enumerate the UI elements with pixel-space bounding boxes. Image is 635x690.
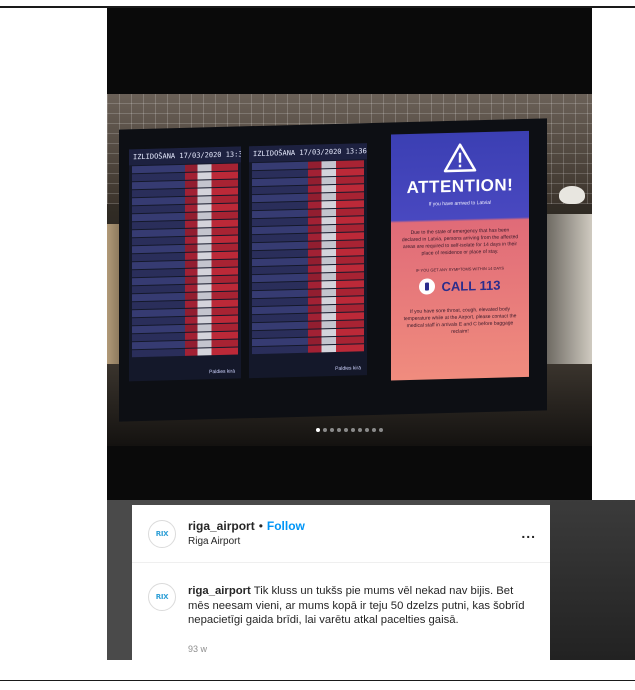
avatar-logo: RIX	[155, 530, 169, 538]
warning-icon	[443, 142, 477, 173]
flight-rows	[129, 163, 241, 358]
carousel-dot	[365, 428, 369, 432]
ceiling-lamp	[559, 186, 585, 204]
call-number: CALL 113	[441, 277, 501, 294]
post-timestamp[interactable]: 93 w	[188, 644, 207, 654]
location-link[interactable]: Riga Airport	[188, 536, 240, 547]
departures-screen-1: IZLIDOŠANA 17/03/2020 13:36 Paldies kirā	[129, 146, 241, 382]
post-caption: riga_airport Tik kluss un tukšs pie mums…	[188, 584, 536, 628]
post-header: RIX riga_airport • Follow Riga Airport ...	[132, 505, 550, 563]
departures-screen-2: IZLIDOŠANA 17/03/2020 13:36 Paldies kirā	[249, 143, 367, 379]
call-block: CALL 113	[391, 276, 529, 296]
post-image[interactable]: IZLIDOŠANA 17/03/2020 13:36 Paldies kirā	[107, 8, 592, 500]
departures-header: IZLIDOŠANA 17/03/2020 13:36	[249, 143, 367, 163]
departures-header: IZLIDOŠANA 17/03/2020 13:36	[129, 146, 241, 166]
carousel-dot	[330, 428, 334, 432]
caption-username-link[interactable]: riga_airport	[188, 585, 251, 597]
carousel-dot	[316, 428, 320, 432]
carousel-dot	[344, 428, 348, 432]
more-options-icon[interactable]: ...	[521, 525, 536, 541]
bottom-divider	[0, 680, 635, 681]
follow-button[interactable]: Follow	[267, 519, 305, 533]
avatar[interactable]: RIX	[148, 520, 176, 548]
attention-subtitle: If you have arrived to Latvia!	[428, 199, 492, 208]
flight-row	[132, 347, 238, 358]
flight-row	[252, 344, 364, 355]
carousel-dot	[358, 428, 362, 432]
photo-content: IZLIDOŠANA 17/03/2020 13:36 Paldies kirā	[107, 94, 592, 446]
carousel-indicator	[107, 428, 592, 432]
carousel-dot	[379, 428, 383, 432]
carousel-dot	[351, 428, 355, 432]
terminal-background-right	[547, 214, 592, 384]
flight-rows	[249, 160, 367, 355]
attention-note: IF YOU GET ANY SYMPTOMS WITHIN 14 DAYS	[415, 265, 505, 273]
carousel-dot	[337, 428, 341, 432]
attention-body: Due to the state of emergency that has b…	[401, 227, 519, 257]
avatar-logo: RIX	[155, 593, 169, 601]
attention-body-2: If you have sore throat, cough, elevated…	[403, 306, 517, 335]
departures-footer: Paldies kirā	[335, 365, 361, 372]
departures-footer: Paldies kirā	[209, 368, 235, 376]
attention-title: ATTENTION!	[406, 175, 514, 198]
username-link[interactable]: riga_airport	[188, 519, 255, 533]
post-info-card: RIX riga_airport • Follow Riga Airport ...…	[132, 505, 550, 665]
phone-icon	[419, 278, 436, 295]
attention-screen: ATTENTION! If you have arrived to Latvia…	[391, 130, 529, 381]
next-post-preview[interactable]	[550, 500, 635, 660]
carousel-dot	[372, 428, 376, 432]
separator-dot: •	[258, 519, 263, 533]
caption-avatar[interactable]: RIX	[148, 583, 176, 611]
carousel-dot	[323, 428, 327, 432]
departure-display-stand: IZLIDOŠANA 17/03/2020 13:36 Paldies kirā	[119, 118, 547, 422]
post-header-line: riga_airport • Follow	[188, 519, 305, 533]
